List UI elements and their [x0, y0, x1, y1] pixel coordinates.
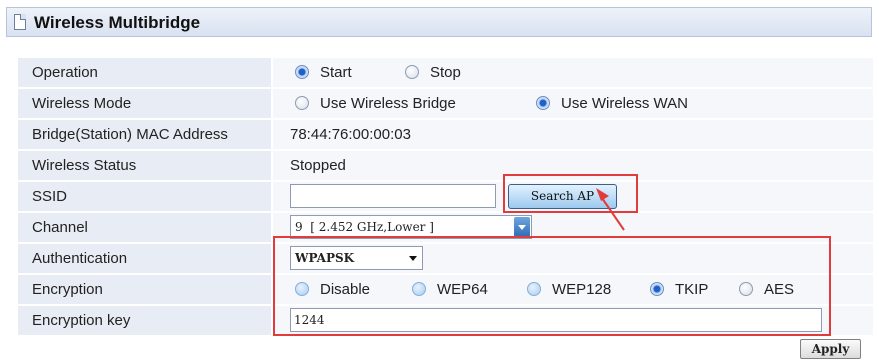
row-wireless-mode: Wireless Mode Use Wireless Bridge Use Wi…: [18, 89, 873, 120]
operation-stop-label: Stop: [430, 64, 461, 81]
mode-bridge-label: Use Wireless Bridge: [320, 95, 456, 112]
mode-wan-radio[interactable]: [536, 96, 550, 110]
ssid-input[interactable]: [290, 184, 496, 208]
chevron-down-icon[interactable]: [514, 217, 530, 237]
section-header: Wireless Multibridge: [6, 7, 872, 37]
operation-start-label: Start: [320, 64, 352, 81]
channel-label: Channel: [18, 213, 271, 242]
operation-start-radio[interactable]: [295, 65, 309, 79]
mode-bridge-radio[interactable]: [295, 96, 309, 110]
mode-wan-label: Use Wireless WAN: [561, 95, 688, 112]
wireless-mode-label: Wireless Mode: [18, 89, 271, 118]
mac-label: Bridge(Station) MAC Address: [18, 120, 271, 149]
page-icon: [14, 14, 26, 30]
authentication-label: Authentication: [18, 244, 271, 273]
encryption-key-label: Encryption key: [18, 306, 271, 335]
operation-stop-radio[interactable]: [405, 65, 419, 79]
status-value: Stopped: [290, 157, 346, 174]
encryption-label: Encryption: [18, 275, 271, 304]
row-operation: Operation Start Stop: [18, 58, 873, 89]
channel-value: 9 [ 2.452 GHz,Lower ]: [295, 220, 434, 234]
page-title: Wireless Multibridge: [34, 13, 201, 32]
ssid-label: SSID: [18, 182, 271, 211]
row-mac: Bridge(Station) MAC Address 78:44:76:00:…: [18, 120, 873, 151]
row-status: Wireless Status Stopped: [18, 151, 873, 182]
operation-label: Operation: [18, 58, 271, 87]
security-settings-highlight: [273, 236, 831, 336]
apply-button[interactable]: Apply: [800, 339, 861, 359]
status-label: Wireless Status: [18, 151, 271, 180]
row-ssid: SSID Search AP: [18, 182, 873, 213]
mac-value: 78:44:76:00:00:03: [290, 126, 411, 143]
pointer-arrow-icon: [596, 188, 625, 231]
